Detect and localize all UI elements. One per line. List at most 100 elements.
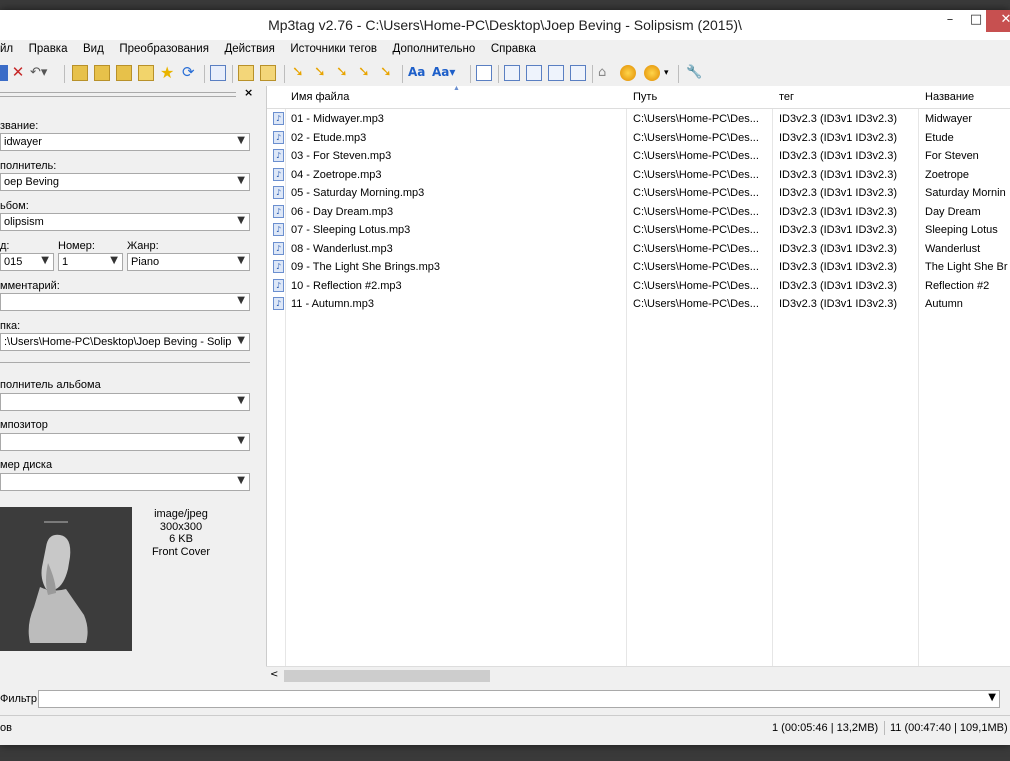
cell-title: For Steven	[925, 150, 979, 162]
close-panel-icon[interactable]: ×	[244, 86, 253, 99]
cell-title: Reflection #2	[925, 279, 990, 292]
table-row[interactable]: ♪ 11 - Autumn.mp3 C:\Users\Home-PC\Des... I…	[267, 295, 1010, 313]
cell-filename: 10 - Reflection #2.mp3	[291, 279, 402, 292]
chevron-down-icon[interactable]: ▼	[237, 135, 245, 146]
tag-sources-icon[interactable]: ➘	[380, 65, 396, 81]
artist-field[interactable]: oep Beving ▼	[0, 173, 250, 191]
chevron-down-icon[interactable]: ▼	[237, 435, 245, 446]
cover-art[interactable]	[0, 507, 132, 651]
chevron-down-icon[interactable]: ▼	[237, 475, 245, 486]
column-title[interactable]: Название	[925, 91, 974, 103]
refresh-icon[interactable]: ⟳	[182, 65, 198, 81]
divider	[0, 362, 250, 363]
table-row[interactable]: ♪ 02 - Etude.mp3 C:\Users\Home-PC\Des... ID…	[267, 129, 1010, 147]
open-folder-icon[interactable]	[72, 65, 88, 81]
composer-label: мпозитор	[0, 419, 48, 431]
cover-info: image/jpeg 300x300 6 KB Front Cover	[140, 508, 222, 558]
discogs-icon[interactable]	[620, 65, 636, 81]
menu-extra[interactable]: Дополнительно	[387, 40, 482, 55]
web-source-icon[interactable]	[644, 65, 660, 81]
menu-file[interactable]: йл	[0, 40, 19, 55]
filename-to-tag-icon[interactable]: ➘	[314, 65, 330, 81]
chevron-down-icon[interactable]: ▼	[237, 395, 245, 406]
table-row[interactable]: ♪ 06 - Day Dream.mp3 C:\Users\Home-PC\Des.…	[267, 203, 1010, 221]
year-field[interactable]: 015 ▼	[0, 253, 54, 271]
save-icon[interactable]	[0, 65, 8, 81]
horizontal-scrollbar[interactable]: <	[266, 666, 1010, 685]
numbering-wizard-icon[interactable]	[548, 65, 564, 81]
chevron-down-icon[interactable]: ▼	[237, 215, 245, 226]
cell-filename: 01 - Midwayer.mp3	[291, 113, 384, 125]
favorite-folder-icon[interactable]	[116, 65, 132, 81]
menu-edit[interactable]: Правка	[23, 40, 74, 55]
menu-view[interactable]: Вид	[77, 40, 110, 55]
table-row[interactable]: ♪ 09 - The Light She Brings.mp3 C:\Users\H…	[267, 258, 1010, 276]
tag-to-filename-icon[interactable]: ➘	[292, 65, 308, 81]
column-filename[interactable]: Имя файла	[291, 91, 349, 103]
album-field[interactable]: olipsism ▼	[0, 213, 250, 231]
column-path[interactable]: Путь	[633, 91, 657, 103]
title-field[interactable]: idwayer ▼	[0, 133, 250, 151]
cell-tag: ID3v2.3 (ID3v1 ID3v2.3)	[779, 168, 897, 181]
menu-tag-sources[interactable]: Источники тегов	[284, 40, 383, 55]
text-to-tag-icon[interactable]: ➘	[358, 65, 374, 81]
table-row[interactable]: ♪ 08 - Wanderlust.mp3 C:\Users\Home-PC\Des…	[267, 240, 1010, 258]
chevron-down-icon[interactable]: ▼	[988, 692, 996, 703]
playlist-icon[interactable]	[504, 65, 520, 81]
table-row[interactable]: ♪ 07 - Sleeping Lotus.mp3 C:\Users\Home-PC…	[267, 221, 1010, 239]
folder-value: :\Users\Home-PC\Desktop\Joep Beving - So…	[4, 336, 231, 348]
menu-convert[interactable]: Преобразования	[113, 40, 215, 55]
close-button[interactable]: ✕	[986, 10, 1010, 32]
chevron-down-icon[interactable]: ▼	[237, 335, 245, 346]
folder-field[interactable]: :\Users\Home-PC\Desktop\Joep Beving - So…	[0, 333, 250, 351]
chevron-down-icon[interactable]: ▼	[110, 255, 118, 266]
edit-icon[interactable]	[476, 65, 492, 81]
undo-icon[interactable]: ↶▾	[30, 65, 47, 81]
column-tag[interactable]: тег	[779, 91, 794, 103]
copy-tags-icon[interactable]	[570, 65, 586, 81]
album-artist-field[interactable]: ▼	[0, 393, 250, 411]
cell-filename: 02 - Etude.mp3	[291, 131, 367, 144]
settings-icon[interactable]: 🔧	[686, 65, 702, 81]
cell-tag: ID3v2.3 (ID3v1 ID3v2.3)	[779, 205, 897, 218]
folder-icon[interactable]	[138, 65, 154, 81]
print-icon[interactable]	[260, 65, 276, 81]
composer-field[interactable]: ▼	[0, 433, 250, 451]
delete-icon[interactable]: ✕	[10, 65, 26, 81]
export-icon[interactable]	[238, 65, 254, 81]
filter-bar: Фильтр ▼	[0, 686, 1010, 712]
freedb-icon[interactable]: ⌂	[598, 65, 614, 81]
table-row[interactable]: ♪ 03 - For Steven.mp3 C:\Users\Home-PC\Des…	[267, 147, 1010, 165]
filter-input[interactable]: ▼	[38, 690, 1000, 708]
scroll-left-icon[interactable]: <	[270, 669, 278, 680]
font-icon[interactable]: Aa▾	[432, 65, 462, 81]
add-folder-icon[interactable]	[94, 65, 110, 81]
table-row[interactable]: ♪ 05 - Saturday Morning.mp3 C:\Users\Home-…	[267, 184, 1010, 202]
table-row[interactable]: ♪ 04 - Zoetrope.mp3 C:\Users\Home-PC\Des..…	[267, 166, 1010, 184]
case-conversion-icon[interactable]: Aa	[408, 65, 425, 81]
track-field[interactable]: 1 ▼	[58, 253, 123, 271]
menu-actions[interactable]: Действия	[218, 40, 280, 55]
genre-field[interactable]: Piano ▼	[127, 253, 250, 271]
table-row[interactable]: ♪ 01 - Midwayer.mp3 C:\Users\Home-PC\Des..…	[267, 110, 1010, 128]
minimize-button[interactable]: –	[936, 10, 964, 32]
menu-help[interactable]: Справка	[485, 40, 542, 55]
chevron-down-icon[interactable]: ▼	[237, 255, 245, 266]
chevron-down-icon[interactable]: ▼	[41, 255, 49, 266]
disc-field[interactable]: ▼	[0, 473, 250, 491]
tag-to-tag-icon[interactable]: ➘	[336, 65, 352, 81]
scrollbar-thumb[interactable]	[284, 670, 490, 682]
star-icon[interactable]: ★	[160, 65, 176, 81]
list-icon[interactable]	[210, 65, 226, 81]
cell-tag: ID3v2.3 (ID3v1 ID3v2.3)	[779, 224, 897, 236]
audio-file-icon: ♪	[273, 223, 284, 236]
chevron-down-icon[interactable]: ▼	[237, 295, 245, 306]
genre-value: Piano	[131, 256, 160, 268]
title-label: звание:	[0, 120, 39, 132]
cell-path: C:\Users\Home-PC\Des...	[633, 298, 759, 310]
table-row[interactable]: ♪ 10 - Reflection #2.mp3 C:\Users\Home-PC\…	[267, 277, 1010, 295]
comment-label: мментарий:	[0, 280, 60, 292]
chevron-down-icon[interactable]: ▼	[237, 175, 245, 186]
comment-field[interactable]: ▼	[0, 293, 250, 311]
autonumber-icon[interactable]	[526, 65, 542, 81]
